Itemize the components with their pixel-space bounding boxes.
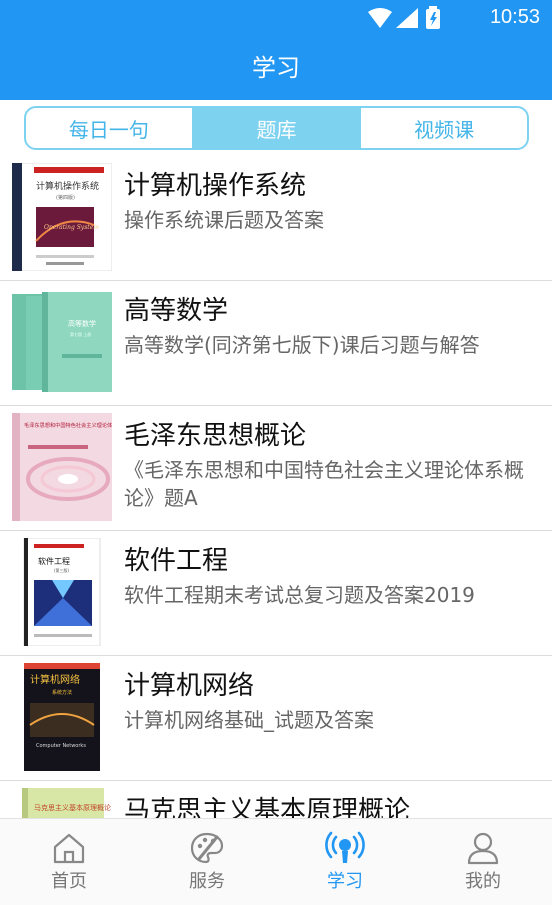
item-title: 计算机网络: [124, 671, 255, 701]
list-item[interactable]: 软件工程 (第三版) 软件工程 软件工程期末考试总复习题及答案2019: [0, 531, 552, 656]
tab-daily-sentence[interactable]: 每日一句: [26, 108, 194, 148]
list-item[interactable]: 计算机网络 系统方法 Computer Networks 计算机网络 计算机网络…: [0, 656, 552, 781]
page-title: 学习: [252, 54, 300, 82]
item-description: 《毛泽东思想和中国特色社会主义理论体系概论》题A: [124, 458, 524, 510]
wifi-icon: [368, 8, 392, 28]
app-bar: 学习: [0, 36, 552, 100]
svg-text:Operating System: Operating System: [44, 224, 99, 231]
list-item[interactable]: 马克思主义基本原理概论 马克思主义基本原理概论: [0, 781, 552, 818]
item-title: 毛泽东思想概论: [124, 421, 307, 451]
signal-icon: [396, 8, 418, 28]
nav-profile[interactable]: 我的: [414, 819, 552, 905]
status-time: 10:53: [489, 6, 540, 28]
tabs-container: 每日一句 题库 视频课: [0, 100, 552, 156]
svg-text:毛泽东思想和中国特色社会主义理论体系概论: 毛泽东思想和中国特色社会主义理论体系概论: [24, 421, 112, 429]
svg-text:(第四版): (第四版): [56, 194, 75, 201]
tab-question-bank[interactable]: 题库: [193, 108, 362, 148]
nav-home-label: 首页: [51, 871, 87, 892]
item-title: 高等数学: [124, 296, 229, 326]
svg-text:计算机操作系统: 计算机操作系统: [36, 180, 99, 192]
user-icon: [467, 832, 499, 865]
book-cover-image: 计算机操作系统 (第四版) Operating System: [12, 163, 112, 271]
nav-service-label: 服务: [189, 871, 225, 892]
book-cover-image: 高等数学 第七版 上册: [12, 292, 112, 392]
svg-text:高等数学: 高等数学: [68, 319, 96, 328]
list-item[interactable]: 毛泽东思想和中国特色社会主义理论体系概论 毛泽东思想概论 《毛泽东思想和中国特色…: [0, 406, 552, 531]
broadcast-icon: [325, 831, 365, 863]
list-item[interactable]: 高等数学 第七版 上册 高等数学 高等数学(同济第七版下)课后习题与解答: [0, 281, 552, 406]
svg-text:第七版 上册: 第七版 上册: [70, 331, 91, 337]
book-cover-image: 计算机网络 系统方法 Computer Networks: [24, 663, 100, 771]
tab-video-course[interactable]: 视频课: [361, 108, 527, 148]
palette-icon: [190, 832, 224, 864]
svg-text:(第三版): (第三版): [54, 567, 70, 573]
status-bar: 10:53: [0, 0, 552, 36]
segmented-tabs: 每日一句 题库 视频课: [24, 106, 529, 150]
book-cover-image: 毛泽东思想和中国特色社会主义理论体系概论: [12, 413, 112, 521]
svg-text:马克思主义基本原理概论: 马克思主义基本原理概论: [34, 803, 111, 812]
home-icon: [53, 833, 85, 864]
svg-text:计算机网络: 计算机网络: [30, 673, 80, 686]
nav-service[interactable]: 服务: [138, 819, 276, 905]
nav-profile-label: 我的: [465, 871, 501, 892]
book-cover-image: 软件工程 (第三版): [23, 538, 101, 646]
bottom-navigation: 首页 服务 学习 我的: [0, 818, 552, 905]
svg-text:系统方法: 系统方法: [52, 689, 72, 696]
item-title: 计算机操作系统: [124, 171, 307, 201]
list-item[interactable]: 计算机操作系统 (第四版) Operating System 计算机操作系统 操…: [0, 156, 552, 281]
book-cover-image: 马克思主义基本原理概论: [22, 788, 111, 818]
nav-study-label: 学习: [327, 871, 363, 892]
item-description: 操作系统课后题及答案: [124, 208, 324, 232]
item-description: 软件工程期末考试总复习题及答案2019: [124, 583, 475, 607]
status-icons: [368, 6, 440, 29]
item-title: 软件工程: [124, 546, 229, 576]
item-title: 马克思主义基本原理概论: [124, 796, 411, 818]
item-description: 计算机网络基础_试题及答案: [124, 708, 374, 732]
nav-study[interactable]: 学习: [276, 819, 414, 905]
item-description: 高等数学(同济第七版下)课后习题与解答: [124, 333, 480, 357]
nav-home[interactable]: 首页: [0, 819, 138, 905]
svg-text:软件工程: 软件工程: [38, 556, 70, 566]
question-bank-list: 计算机操作系统 (第四版) Operating System 计算机操作系统 操…: [0, 156, 552, 818]
svg-text:Computer Networks: Computer Networks: [36, 743, 86, 749]
